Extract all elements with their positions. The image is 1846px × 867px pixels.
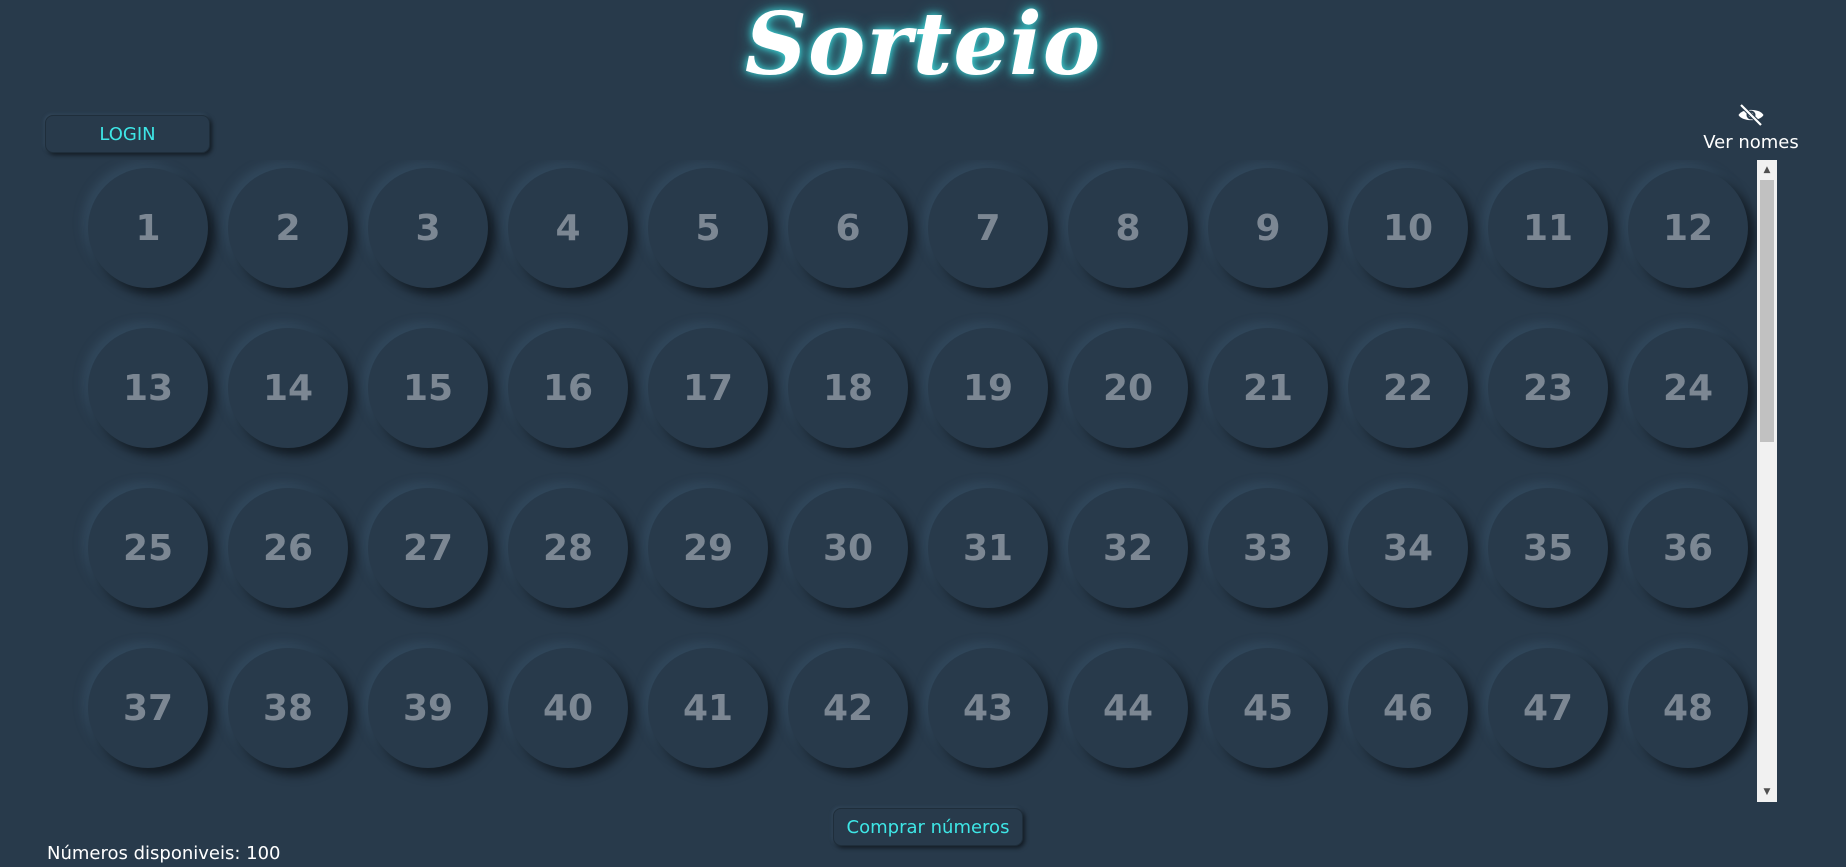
number-ball[interactable]: 43 xyxy=(928,648,1048,768)
number-ball[interactable]: 24 xyxy=(1628,328,1748,448)
number-ball[interactable]: 36 xyxy=(1628,488,1748,608)
number-ball[interactable]: 22 xyxy=(1348,328,1468,448)
number-ball[interactable]: 29 xyxy=(648,488,768,608)
number-ball[interactable]: 15 xyxy=(368,328,488,448)
available-count: Números disponiveis: 100 xyxy=(47,843,281,864)
number-ball[interactable]: 30 xyxy=(788,488,908,608)
number-ball[interactable]: 6 xyxy=(788,168,908,288)
number-ball[interactable]: 33 xyxy=(1208,488,1328,608)
scroll-down-arrow[interactable]: ▼ xyxy=(1757,782,1777,802)
number-ball[interactable]: 20 xyxy=(1068,328,1188,448)
number-ball[interactable]: 40 xyxy=(508,648,628,768)
number-ball[interactable]: 28 xyxy=(508,488,628,608)
number-ball[interactable]: 25 xyxy=(88,488,208,608)
number-ball[interactable]: 2 xyxy=(228,168,348,288)
number-ball[interactable]: 3 xyxy=(368,168,488,288)
number-ball[interactable]: 45 xyxy=(1208,648,1328,768)
number-ball[interactable]: 10 xyxy=(1348,168,1468,288)
number-ball[interactable]: 44 xyxy=(1068,648,1188,768)
numbers-grid: 1 2 3 4 5 6 7 8 9 10 11 12 13 14 15 16 17 18 19 20 21 22 23 24 2… xyxy=(70,160,1776,768)
number-ball[interactable]: 13 xyxy=(88,328,208,448)
number-ball[interactable]: 19 xyxy=(928,328,1048,448)
number-ball[interactable]: 35 xyxy=(1488,488,1608,608)
login-button[interactable]: LOGIN xyxy=(45,115,210,153)
number-ball[interactable]: 26 xyxy=(228,488,348,608)
number-ball[interactable]: 23 xyxy=(1488,328,1608,448)
scroll-up-arrow[interactable]: ▲ xyxy=(1757,160,1777,180)
number-ball[interactable]: 42 xyxy=(788,648,908,768)
page-title: Sorteio xyxy=(744,0,1102,95)
number-ball[interactable]: 47 xyxy=(1488,648,1608,768)
page: Sorteio LOGIN Ver nomes 1 2 3 4 5 6 7 8 9 10 11 12 1… xyxy=(0,0,1846,867)
scrollbar-thumb[interactable] xyxy=(1760,180,1774,442)
number-ball[interactable]: 17 xyxy=(648,328,768,448)
number-ball[interactable]: 1 xyxy=(88,168,208,288)
number-ball[interactable]: 46 xyxy=(1348,648,1468,768)
number-ball[interactable]: 37 xyxy=(88,648,208,768)
buy-numbers-button[interactable]: Comprar números xyxy=(833,808,1023,846)
toggle-names-button[interactable]: Ver nomes xyxy=(1696,100,1806,153)
number-ball[interactable]: 11 xyxy=(1488,168,1608,288)
number-ball[interactable]: 16 xyxy=(508,328,628,448)
number-ball[interactable]: 38 xyxy=(228,648,348,768)
number-ball[interactable]: 9 xyxy=(1208,168,1328,288)
number-ball[interactable]: 12 xyxy=(1628,168,1748,288)
number-ball[interactable]: 21 xyxy=(1208,328,1328,448)
number-ball[interactable]: 39 xyxy=(368,648,488,768)
number-ball[interactable]: 32 xyxy=(1068,488,1188,608)
number-ball[interactable]: 7 xyxy=(928,168,1048,288)
number-ball[interactable]: 18 xyxy=(788,328,908,448)
eye-off-icon xyxy=(1738,103,1764,127)
numbers-panel[interactable]: 1 2 3 4 5 6 7 8 9 10 11 12 13 14 15 16 17 18 19 20 21 22 23 24 2… xyxy=(70,160,1776,800)
number-ball[interactable]: 8 xyxy=(1068,168,1188,288)
number-ball[interactable]: 48 xyxy=(1628,648,1748,768)
number-ball[interactable]: 27 xyxy=(368,488,488,608)
number-ball[interactable]: 31 xyxy=(928,488,1048,608)
number-ball[interactable]: 5 xyxy=(648,168,768,288)
number-ball[interactable]: 14 xyxy=(228,328,348,448)
number-ball[interactable]: 34 xyxy=(1348,488,1468,608)
number-ball[interactable]: 4 xyxy=(508,168,628,288)
scrollbar[interactable]: ▲ ▼ xyxy=(1757,160,1777,802)
toggle-names-label: Ver nomes xyxy=(1703,132,1799,153)
number-ball[interactable]: 41 xyxy=(648,648,768,768)
